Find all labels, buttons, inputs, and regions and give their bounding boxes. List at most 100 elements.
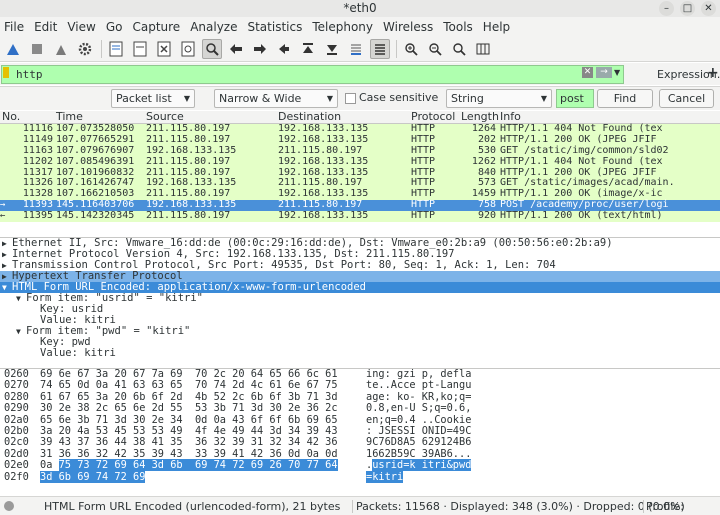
menu-edit[interactable]: Edit bbox=[34, 20, 57, 34]
clear-filter-icon[interactable]: ✕ bbox=[582, 67, 593, 78]
hex-selected: 3d 6b 69 74 72 69 bbox=[40, 470, 146, 483]
stop-icon[interactable] bbox=[27, 39, 47, 59]
zoom-out-icon[interactable] bbox=[425, 39, 445, 59]
maximize-button[interactable]: □ bbox=[680, 1, 695, 16]
shark-fin-icon[interactable] bbox=[3, 39, 23, 59]
chevron-down-icon: ▼ bbox=[540, 94, 547, 103]
zoom-reset-icon[interactable] bbox=[449, 39, 469, 59]
restart-icon[interactable] bbox=[51, 39, 71, 59]
menu-help[interactable]: Help bbox=[483, 20, 510, 34]
gear-icon[interactable] bbox=[75, 39, 95, 59]
search-scope-value: Packet list bbox=[116, 92, 172, 105]
packet-bytes[interactable]: 0260 69 6e 67 3a 20 67 7a 69 70 2c 20 64 … bbox=[0, 368, 720, 492]
status-field-info: HTML Form URL Encoded (urlencoded-form),… bbox=[44, 500, 341, 513]
packet-details[interactable]: ▶ Ethernet II, Src: Vmware_16:dd:de (00:0… bbox=[0, 237, 720, 365]
detail-rows: ▶ Ethernet II, Src: Vmware_16:dd:de (00:0… bbox=[0, 238, 720, 359]
menu-wireless[interactable]: Wireless bbox=[383, 20, 433, 34]
find-input[interactable]: post bbox=[556, 89, 594, 108]
detail-tree-item[interactable]: ▼ Form item: "pwd" = "kitri" bbox=[0, 326, 720, 337]
menu-tools[interactable]: Tools bbox=[443, 20, 473, 34]
detail-tree-item[interactable]: ▼ Form item: "usrid" = "kitri" bbox=[0, 293, 720, 304]
resize-columns-icon[interactable] bbox=[473, 39, 493, 59]
hex-selected: 75 73 72 69 64 3d 6b 69 74 72 69 26 70 7… bbox=[58, 459, 338, 472]
column-destination[interactable]: Destination bbox=[278, 111, 341, 123]
search-type-select[interactable]: String ▼ bbox=[446, 89, 552, 108]
menu-analyze[interactable]: Analyze bbox=[190, 20, 237, 34]
arrow-left-icon[interactable] bbox=[226, 39, 246, 59]
minimize-button[interactable]: – bbox=[659, 1, 674, 16]
column-info[interactable]: Info bbox=[500, 111, 521, 123]
find-button[interactable]: Find bbox=[597, 89, 653, 108]
collapsed-arrow-icon[interactable]: ▶ bbox=[2, 271, 12, 282]
case-sensitive-checkbox[interactable] bbox=[345, 93, 356, 104]
toolbar-separator bbox=[101, 39, 102, 58]
search-scope-select[interactable]: Packet list ▼ bbox=[111, 89, 195, 108]
collapsed-arrow-icon[interactable]: ▶ bbox=[2, 238, 12, 249]
last-icon[interactable] bbox=[322, 39, 342, 59]
autoscroll-icon[interactable] bbox=[346, 39, 366, 59]
bookmark-icon[interactable] bbox=[3, 67, 9, 78]
column-no[interactable]: No. bbox=[2, 111, 20, 123]
collapsed-arrow-icon[interactable]: ▶ bbox=[2, 260, 12, 271]
file-icon[interactable] bbox=[130, 39, 150, 59]
chevron-down-icon: ▼ bbox=[183, 94, 190, 103]
chevron-down-icon[interactable]: ▼ bbox=[614, 68, 620, 77]
hex-plain: 31 36 36 32 42 35 39 43 33 39 41 42 36 0… bbox=[40, 447, 338, 460]
toolbar-separator bbox=[396, 39, 397, 58]
byte-offset: 0290 bbox=[4, 402, 29, 415]
column-time[interactable]: Time bbox=[56, 111, 83, 123]
hex-plain: 69 6e 67 3a 20 67 7a 69 70 2c 20 64 65 6… bbox=[40, 368, 338, 380]
menu-telephony[interactable]: Telephony bbox=[312, 20, 373, 34]
byte-row[interactable]: 02f0 3d 6b 69 74 72 69 =kitri bbox=[0, 470, 720, 483]
chevron-down-icon: ▼ bbox=[326, 94, 333, 103]
byte-hex: 0a 75 73 72 69 64 3d 6b 69 74 72 69 26 7… bbox=[40, 459, 338, 472]
first-icon[interactable] bbox=[298, 39, 318, 59]
menu-capture[interactable]: Capture bbox=[132, 20, 180, 34]
display-filter-input[interactable]: http bbox=[1, 65, 624, 84]
packet-list[interactable]: No. Time Source Destination Protocol Len… bbox=[0, 111, 720, 230]
expert-info-icon[interactable] bbox=[4, 501, 14, 511]
menu-statistics[interactable]: Statistics bbox=[247, 20, 302, 34]
hex-plain: 0a bbox=[40, 459, 59, 472]
add-filter-button[interactable]: + bbox=[707, 65, 719, 81]
byte-rows: 0260 69 6e 67 3a 20 67 7a 69 70 2c 20 64 … bbox=[0, 369, 720, 483]
menu-view[interactable]: View bbox=[67, 20, 95, 34]
packet-row[interactable]: ← 11395 145.142320345 211.115.80.197 192.168… bbox=[0, 210, 720, 223]
column-length[interactable]: Length bbox=[461, 111, 499, 123]
cancel-button[interactable]: Cancel bbox=[659, 89, 714, 108]
close-file-icon[interactable] bbox=[154, 39, 174, 59]
jump-icon[interactable] bbox=[274, 39, 294, 59]
expanded-arrow-icon[interactable]: ▼ bbox=[16, 293, 26, 304]
search-icon[interactable] bbox=[202, 38, 222, 59]
column-protocol[interactable]: Protocol bbox=[411, 111, 455, 123]
hex-plain: 30 2e 38 2c 65 6e 2d 55 53 3b 71 3d 30 2… bbox=[40, 402, 338, 415]
char-width-select[interactable]: Narrow & Wide ▼ bbox=[214, 89, 338, 108]
expanded-arrow-icon[interactable]: ▼ bbox=[2, 282, 12, 293]
column-source[interactable]: Source bbox=[146, 111, 184, 123]
packet-destination: 192.168.133.135 bbox=[278, 155, 369, 167]
menu-file[interactable]: File bbox=[4, 20, 24, 34]
menu-go[interactable]: Go bbox=[106, 20, 123, 34]
packet-destination: 192.168.133.135 bbox=[278, 210, 369, 222]
arrow-right-icon[interactable] bbox=[250, 39, 270, 59]
packet-time: 107.085496391 bbox=[56, 155, 135, 167]
detail-tree-item[interactable]: Value: kitri bbox=[0, 348, 720, 359]
detail-text: Value: kitri bbox=[40, 347, 116, 359]
zoom-in-icon[interactable] bbox=[401, 39, 421, 59]
ascii-plain: ing: gzi p, defla bbox=[366, 368, 472, 380]
reload-icon[interactable] bbox=[178, 39, 198, 59]
expanded-arrow-icon[interactable]: ▼ bbox=[16, 326, 26, 337]
byte-row[interactable]: 02e0 0a 75 73 72 69 64 3d 6b 69 74 72 69 … bbox=[0, 459, 720, 472]
status-profile[interactable]: Profile: Default bbox=[646, 500, 720, 515]
ascii-selected: usrid=k itri&pwd bbox=[372, 459, 472, 472]
packet-time: 145.142320345 bbox=[56, 210, 135, 222]
colorize-icon[interactable] bbox=[370, 38, 390, 59]
packet-row[interactable]: 11202 107.085496391 211.115.80.197 192.168.… bbox=[0, 155, 720, 168]
apply-filter-icon[interactable]: → bbox=[596, 67, 612, 78]
close-button[interactable]: ✕ bbox=[701, 1, 716, 16]
packet-marker: → bbox=[0, 200, 6, 211]
open-file-icon[interactable] bbox=[106, 39, 126, 59]
ascii-selected: =kitri bbox=[366, 470, 404, 483]
hex-plain: 61 67 65 3a 20 6b 6f 2d 4b 52 2c 6b 6f 3… bbox=[40, 390, 338, 403]
collapsed-arrow-icon[interactable]: ▶ bbox=[2, 249, 12, 260]
